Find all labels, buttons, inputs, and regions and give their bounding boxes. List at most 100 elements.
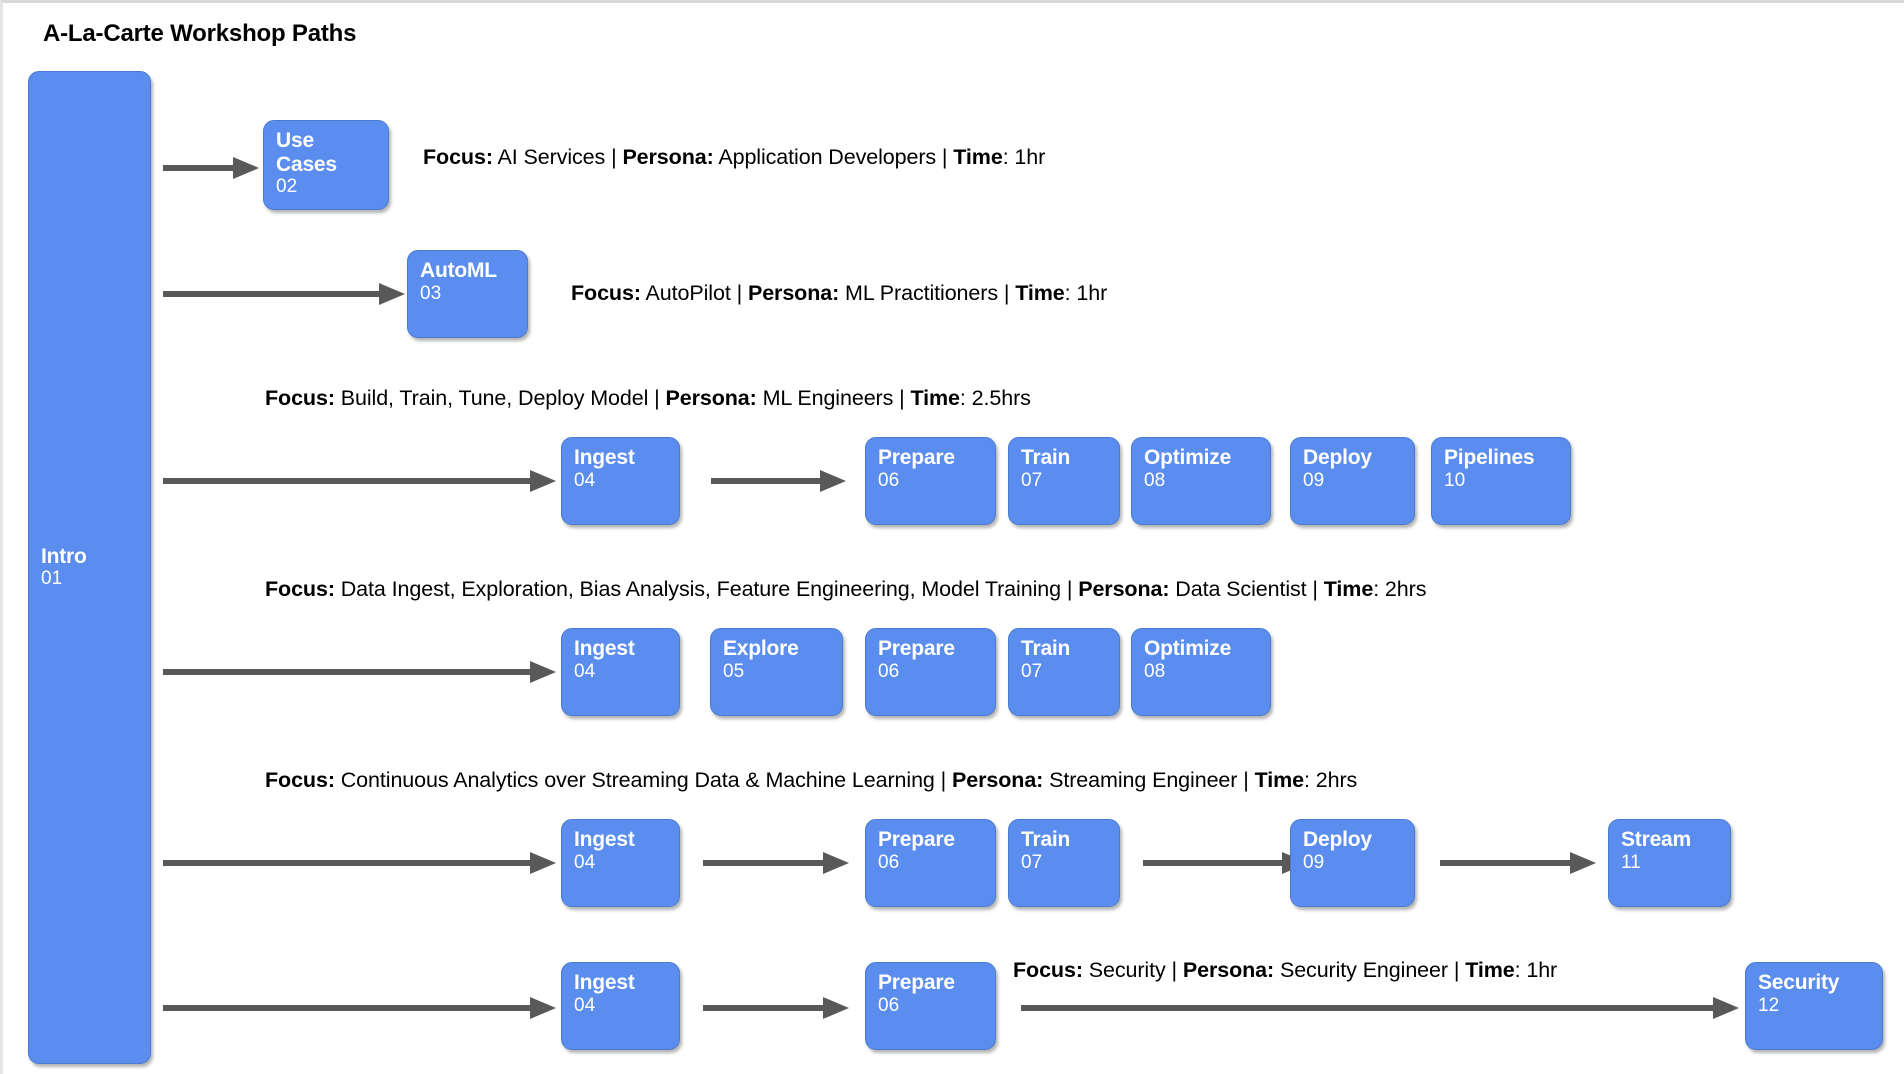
node-label: Deploy: [1303, 828, 1372, 851]
node-train-row4[interactable]: Train 07: [1008, 628, 1120, 716]
node-label: Optimize: [1144, 446, 1232, 469]
node-prepare-row3[interactable]: Prepare 06: [865, 437, 996, 525]
caption-time-value: : 2hrs: [1373, 577, 1427, 601]
caption-time-value: : 2hrs: [1304, 768, 1358, 792]
caption-persona-value: Streaming Engineer |: [1043, 768, 1255, 792]
caption-persona-label: Persona:: [1078, 577, 1170, 601]
node-number: 06: [878, 994, 900, 1016]
node-number: 01: [41, 568, 63, 590]
arrow-intro-to-ingest-row3: [163, 468, 558, 494]
node-number: 10: [1444, 469, 1466, 491]
node-number: 09: [1303, 851, 1325, 873]
caption-time-label: Time: [910, 386, 961, 410]
node-number: 08: [1144, 469, 1166, 491]
caption-focus-value: Build, Train, Tune, Deploy Model |: [334, 386, 666, 410]
node-label: Ingest: [574, 971, 635, 994]
node-label: Ingest: [574, 446, 635, 469]
node-train-row5[interactable]: Train 07: [1008, 819, 1120, 907]
caption-focus-label: Focus:: [571, 281, 641, 305]
caption-focus-label: Focus:: [265, 386, 335, 410]
node-automl[interactable]: AutoML 03: [407, 250, 528, 338]
node-pipelines-row3[interactable]: Pipelines 10: [1431, 437, 1571, 525]
node-prepare-row4[interactable]: Prepare 06: [865, 628, 996, 716]
caption-time-label: Time: [1254, 768, 1305, 792]
node-label: Ingest: [574, 828, 635, 851]
node-label: Ingest: [574, 637, 635, 660]
caption-focus-label: Focus:: [265, 577, 335, 601]
caption-persona-value: Security Engineer |: [1274, 958, 1466, 982]
node-label-line2: Cases: [276, 152, 337, 176]
caption-persona-value: Application Developers |: [713, 145, 954, 169]
node-optimize-row4[interactable]: Optimize 08: [1131, 628, 1271, 716]
caption-persona-label: Persona:: [1182, 958, 1275, 982]
node-stream-row5[interactable]: Stream 11: [1608, 819, 1731, 907]
caption-persona-label: Persona:: [622, 145, 714, 169]
caption-time-label: Time: [1323, 577, 1374, 601]
caption-focus-value: AutoPilot |: [640, 281, 748, 305]
caption-focus-label: Focus:: [265, 768, 335, 792]
node-number: 09: [1303, 469, 1325, 491]
node-ingest-row4[interactable]: Ingest 04: [561, 628, 680, 716]
node-deploy-row3[interactable]: Deploy 09: [1290, 437, 1415, 525]
caption-persona-label: Persona:: [665, 386, 757, 410]
caption-ml-engineers: Focus: Build, Train, Tune, Deploy Model …: [265, 386, 1031, 411]
node-label: Intro: [41, 544, 87, 568]
node-label: Train: [1021, 637, 1071, 660]
node-prepare-row6[interactable]: Prepare 06: [865, 962, 996, 1050]
caption-time-label: Time: [1015, 281, 1065, 305]
node-number: 04: [574, 994, 596, 1016]
caption-time-label: Time: [953, 145, 1003, 169]
node-explore-row4[interactable]: Explore 05: [710, 628, 843, 716]
node-label: Prepare: [878, 446, 955, 469]
arrow-intro-to-ingest-row5: [163, 850, 558, 876]
node-number: 06: [878, 469, 900, 491]
node-number: 04: [574, 851, 596, 873]
arrow-intro-to-usecases: [163, 155, 261, 181]
node-optimize-row3[interactable]: Optimize 08: [1131, 437, 1271, 525]
caption-focus-value: Data Ingest, Exploration, Bias Analysis,…: [334, 577, 1079, 601]
diagram-canvas: A-La-Carte Workshop Paths Intro 01 Use C…: [0, 0, 1904, 1074]
node-label: Prepare: [878, 828, 955, 851]
caption-focus-value: AI Services |: [492, 145, 623, 169]
caption-use-cases: Focus: AI Services | Persona: Applicatio…: [423, 145, 1045, 170]
caption-persona-value: ML Practitioners |: [839, 281, 1016, 305]
node-label: Deploy: [1303, 446, 1372, 469]
node-prepare-row5[interactable]: Prepare 06: [865, 819, 996, 907]
node-label: Optimize: [1144, 637, 1232, 660]
node-label-line1: Use: [276, 129, 314, 152]
arrow-prepare-to-security-row6: [1021, 995, 1741, 1021]
node-train-row3[interactable]: Train 07: [1008, 437, 1120, 525]
arrow-deploy-to-stream-row5: [1440, 850, 1598, 876]
caption-persona-value: Data Scientist |: [1169, 577, 1324, 601]
arrow-intro-to-ingest-row6: [163, 995, 558, 1021]
node-label: AutoML: [420, 259, 497, 282]
node-ingest-row6[interactable]: Ingest 04: [561, 962, 680, 1050]
caption-automl: Focus: AutoPilot | Persona: ML Practitio…: [571, 281, 1107, 306]
node-label: Train: [1021, 446, 1071, 469]
node-ingest-row3[interactable]: Ingest 04: [561, 437, 680, 525]
arrow-ingest-to-prepare-row5: [703, 850, 851, 876]
node-ingest-row5[interactable]: Ingest 04: [561, 819, 680, 907]
node-number: 07: [1021, 469, 1043, 491]
node-use-cases[interactable]: Use Cases 02: [263, 120, 389, 210]
node-deploy-row5[interactable]: Deploy 09: [1290, 819, 1415, 907]
node-number: 02: [276, 176, 298, 198]
arrow-ingest-to-prepare-row3: [711, 468, 848, 494]
caption-focus-value: Continuous Analytics over Streaming Data…: [334, 768, 953, 792]
node-label: Prepare: [878, 971, 955, 994]
node-label: Explore: [723, 637, 799, 660]
arrow-ingest-to-prepare-row6: [703, 995, 851, 1021]
caption-focus-label: Focus:: [423, 145, 493, 169]
node-label: Train: [1021, 828, 1071, 851]
caption-persona-value: ML Engineers |: [756, 386, 911, 410]
caption-time-value: : 1hr: [1514, 958, 1558, 982]
arrow-intro-to-automl: [163, 281, 407, 307]
caption-persona-label: Persona:: [952, 768, 1044, 792]
node-security-row6[interactable]: Security 12: [1745, 962, 1883, 1050]
node-number: 07: [1021, 851, 1043, 873]
node-label: Stream: [1621, 828, 1692, 851]
node-number: 11: [1621, 851, 1641, 873]
node-intro[interactable]: Intro 01: [28, 71, 151, 1064]
node-number: 12: [1758, 994, 1780, 1016]
caption-focus-value: Security |: [1082, 958, 1183, 982]
